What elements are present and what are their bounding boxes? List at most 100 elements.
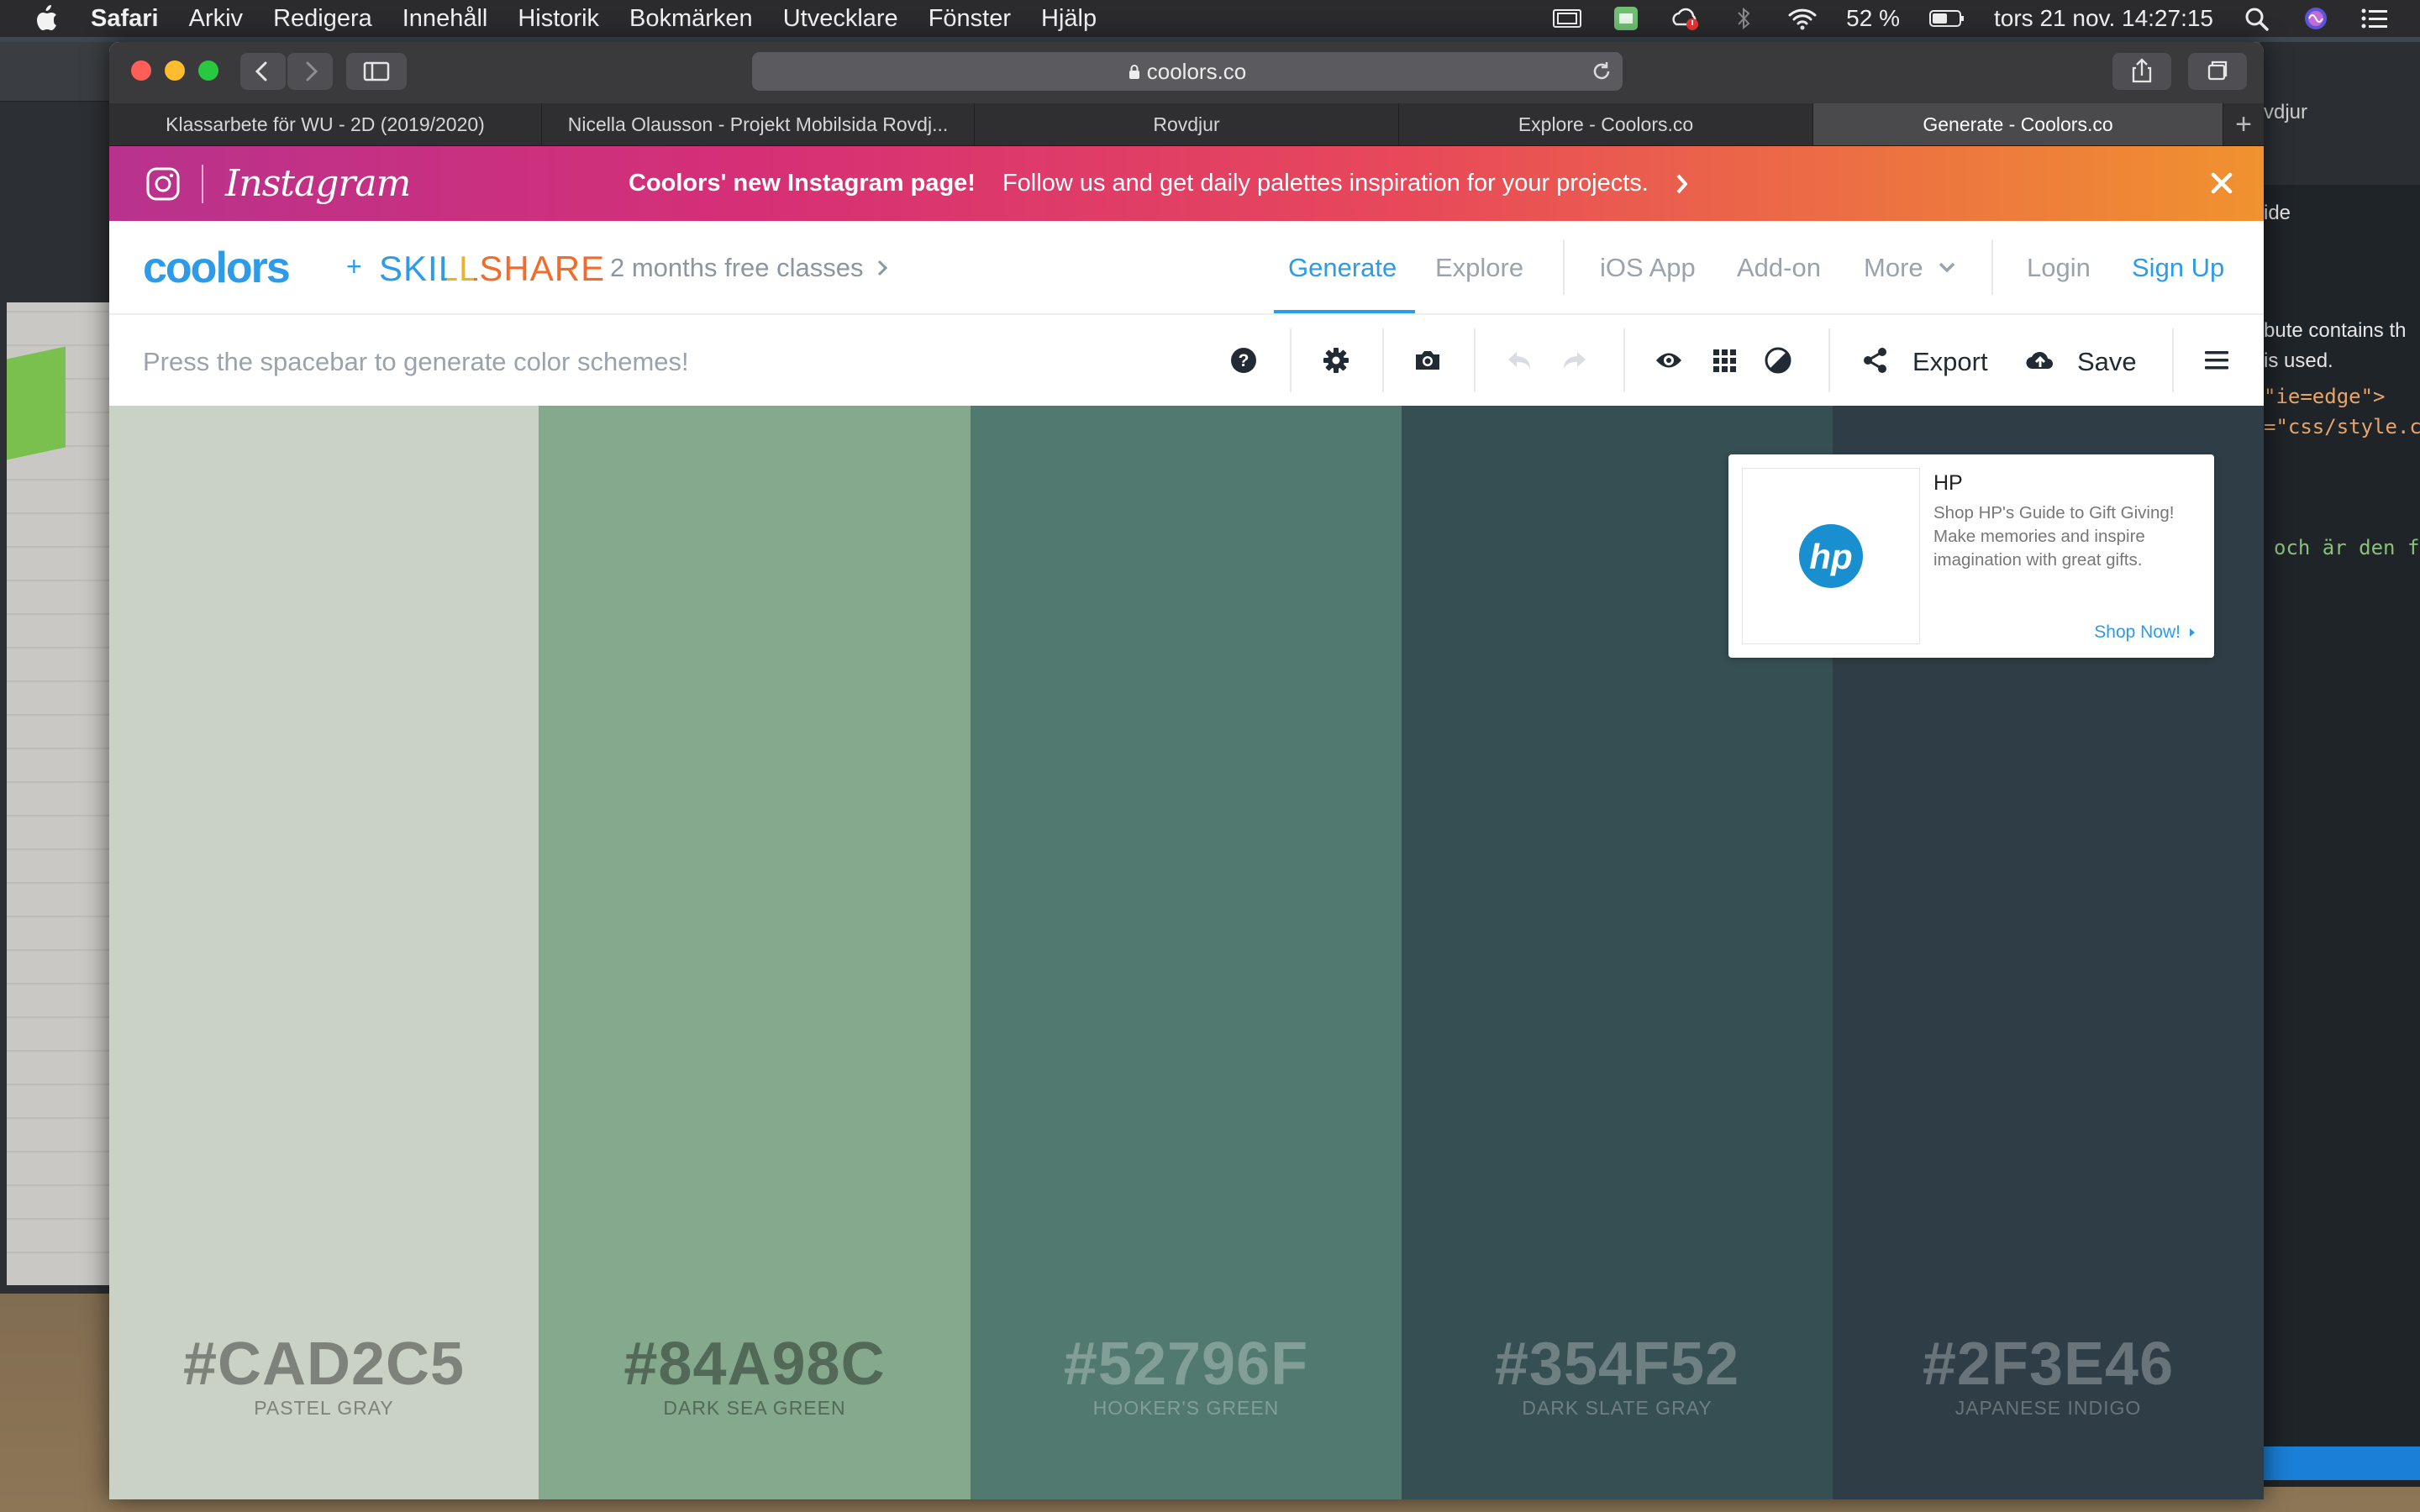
new-tab-button[interactable]: + <box>2223 103 2264 145</box>
camera-icon[interactable] <box>1413 345 1443 375</box>
color-hex-code[interactable]: #CAD2C5 <box>109 1330 539 1399</box>
color-hex-code[interactable]: #84A98C <box>539 1330 971 1399</box>
color-hex-code[interactable]: #52796F <box>971 1330 1402 1399</box>
help-icon[interactable]: ? <box>1228 345 1259 375</box>
background-photo <box>7 302 118 1285</box>
settings-gear-icon[interactable] <box>1321 345 1351 375</box>
bg-line: och är den f <box>2274 536 2420 559</box>
back-button[interactable] <box>240 53 286 90</box>
creative-cloud-icon[interactable] <box>1670 6 1700 31</box>
notification-center-icon[interactable] <box>2360 6 2390 31</box>
siri-icon[interactable] <box>2301 6 2331 31</box>
sidebar-button[interactable] <box>346 53 407 90</box>
display-icon[interactable] <box>1552 6 1582 31</box>
tab-generate-coolors[interactable]: Generate - Coolors.co <box>1813 103 2223 145</box>
undo-icon[interactable] <box>1504 345 1534 375</box>
save-button[interactable]: Save <box>2077 347 2137 377</box>
menu-innehall[interactable]: Innehåll <box>402 5 488 33</box>
color-swatch[interactable]: #52796F HOOKER'S GREEN <box>971 406 1402 1499</box>
share-nodes-icon[interactable] <box>1860 345 1891 375</box>
menu-utvecklare[interactable]: Utvecklare <box>783 5 898 33</box>
promo-link[interactable]: 2 months free classes <box>610 253 887 283</box>
nav-add-on[interactable]: Add-on <box>1737 253 1821 283</box>
tabs-icon <box>2207 60 2228 81</box>
share-button[interactable] <box>2112 53 2171 90</box>
tab-explore-coolors[interactable]: Explore - Coolors.co <box>1399 103 1813 145</box>
bg-line: is used. <box>2264 349 2333 372</box>
nav-ios-app[interactable]: iOS App <box>1600 253 1696 283</box>
color-name: DARK SLATE GRAY <box>1522 1397 1712 1419</box>
chevron-left-icon <box>255 61 267 81</box>
nav-more[interactable]: More <box>1864 253 1955 283</box>
ad-description: Shop HP's Guide to Gift Giving! Make mem… <box>1933 503 2175 570</box>
menu-hjalp[interactable]: Hjälp <box>1041 5 1097 33</box>
color-hex-code[interactable]: #2F3E46 <box>1833 1330 2264 1399</box>
cloud-upload-icon[interactable] <box>2025 345 2055 375</box>
export-button[interactable]: Export <box>1912 347 1988 377</box>
forward-button[interactable] <box>287 53 333 90</box>
ad-title: HP <box>1933 471 1963 495</box>
bluetooth-icon[interactable] <box>1728 6 1759 31</box>
nav-generate[interactable]: Generate <box>1288 253 1397 283</box>
instagram-icon <box>146 167 180 200</box>
tab-rovdjur[interactable]: Rovdjur <box>975 103 1399 145</box>
safari-window: coolors.co Klassarbete för WU - 2D (2019… <box>109 42 2264 1499</box>
app-status-icon[interactable] <box>1611 6 1641 31</box>
nav-sign-up[interactable]: Sign Up <box>2132 253 2224 283</box>
toolbar-divider <box>1623 328 1625 392</box>
svg-text:?: ? <box>1239 351 1249 370</box>
menu-safari[interactable]: Safari <box>91 5 159 33</box>
ad-shop-now-link[interactable]: Shop Now! <box>2094 622 2196 643</box>
coolors-logo[interactable]: coolors <box>143 243 291 293</box>
tab-overview-button[interactable] <box>2188 53 2247 90</box>
nav-divider <box>1563 239 1565 295</box>
spotlight-search-icon[interactable] <box>2242 6 2272 31</box>
hamburger-menu-icon[interactable] <box>2202 345 2232 375</box>
nav-explore[interactable]: Explore <box>1435 253 1523 283</box>
color-swatch[interactable]: #84A98C DARK SEA GREEN <box>539 406 971 1499</box>
close-window-button[interactable] <box>131 60 151 81</box>
battery-percentage: 52 % <box>1846 5 1900 31</box>
wifi-icon[interactable] <box>1787 6 1818 31</box>
battery-icon[interactable] <box>1928 6 1965 31</box>
view-eye-icon[interactable] <box>1654 345 1684 375</box>
contrast-icon[interactable] <box>1763 345 1793 375</box>
tab-klassarbete[interactable]: Klassarbete för WU - 2D (2019/2020) <box>109 103 542 145</box>
close-banner-icon[interactable] <box>2210 171 2233 195</box>
color-name: PASTEL GRAY <box>254 1397 394 1419</box>
menu-fonster[interactable]: Fönster <box>929 5 1011 33</box>
clock[interactable]: tors 21 nov. 14:27:15 <box>1994 5 2213 32</box>
bg-line: ide <box>2264 202 2291 224</box>
menu-bokmarken[interactable]: Bokmärken <box>629 5 753 33</box>
bg-tab-label: vdjur <box>2264 101 2308 123</box>
address-bar[interactable]: coolors.co <box>752 52 1623 91</box>
generator-toolbar: Press the spacebar to generate color sch… <box>109 315 2264 407</box>
tab-nicella[interactable]: Nicella Olausson - Projekt Mobilsida Rov… <box>542 103 975 145</box>
zoom-window-button[interactable] <box>198 60 218 81</box>
skillshare-logo[interactable]: SKILLSHARE <box>379 249 605 289</box>
banner-text: Follow us and get daily palettes inspira… <box>1002 170 1649 197</box>
toolbar-divider <box>2172 328 2174 392</box>
banner-message: Coolors' new Instagram page! Follow us a… <box>629 170 1687 197</box>
bg-line: ="css/style.c <box>2264 415 2420 438</box>
grid-icon[interactable] <box>1709 345 1739 375</box>
instagram-banner[interactable]: Instagram Coolors' new Instagram page! F… <box>109 146 2264 221</box>
minimize-window-button[interactable] <box>165 60 185 81</box>
color-name: HOOKER'S GREEN <box>1092 1397 1280 1419</box>
chevron-right-icon[interactable] <box>1676 173 1687 195</box>
toolbar-divider <box>1290 328 1292 392</box>
nav-login[interactable]: Login <box>2027 253 2091 283</box>
redo-icon[interactable] <box>1560 345 1590 375</box>
menu-redigera[interactable]: Redigera <box>273 5 372 33</box>
site-header: coolors + SKILLSHARE 2 months free class… <box>109 221 2264 315</box>
reload-icon[interactable] <box>1591 60 1612 82</box>
menu-arkiv[interactable]: Arkiv <box>189 5 243 33</box>
apple-icon[interactable] <box>34 4 59 33</box>
share-icon <box>2132 58 2152 83</box>
color-swatch[interactable]: #CAD2C5 PASTEL GRAY <box>109 406 539 1499</box>
ad-image: hp <box>1742 468 1920 644</box>
color-hex-code[interactable]: #354F52 <box>1402 1330 1833 1399</box>
url-text: coolors.co <box>1146 58 1247 84</box>
hp-advertisement[interactable]: hp HP Shop HP's Guide to Gift Giving! Ma… <box>1728 454 2214 658</box>
menu-historik[interactable]: Historik <box>518 5 599 33</box>
